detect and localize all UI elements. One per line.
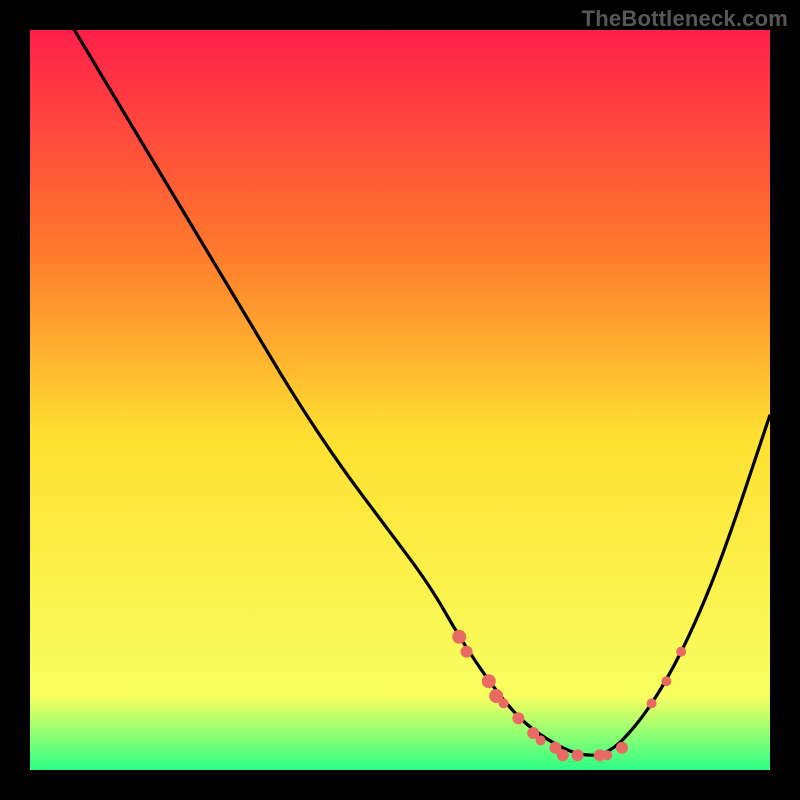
data-marker bbox=[557, 749, 569, 761]
plot-area bbox=[30, 30, 770, 770]
data-marker bbox=[602, 750, 612, 760]
data-marker bbox=[499, 698, 509, 708]
data-marker bbox=[512, 712, 524, 724]
data-marker bbox=[661, 676, 671, 686]
data-marker bbox=[461, 646, 473, 658]
bottleneck-chart bbox=[30, 30, 770, 770]
watermark-text: TheBottleneck.com bbox=[582, 6, 788, 32]
data-marker bbox=[536, 735, 546, 745]
data-marker bbox=[616, 742, 628, 754]
data-marker bbox=[482, 674, 496, 688]
data-marker bbox=[647, 698, 657, 708]
data-marker bbox=[572, 749, 584, 761]
chart-container: TheBottleneck.com bbox=[0, 0, 800, 800]
data-marker bbox=[676, 647, 686, 657]
data-marker bbox=[452, 630, 466, 644]
